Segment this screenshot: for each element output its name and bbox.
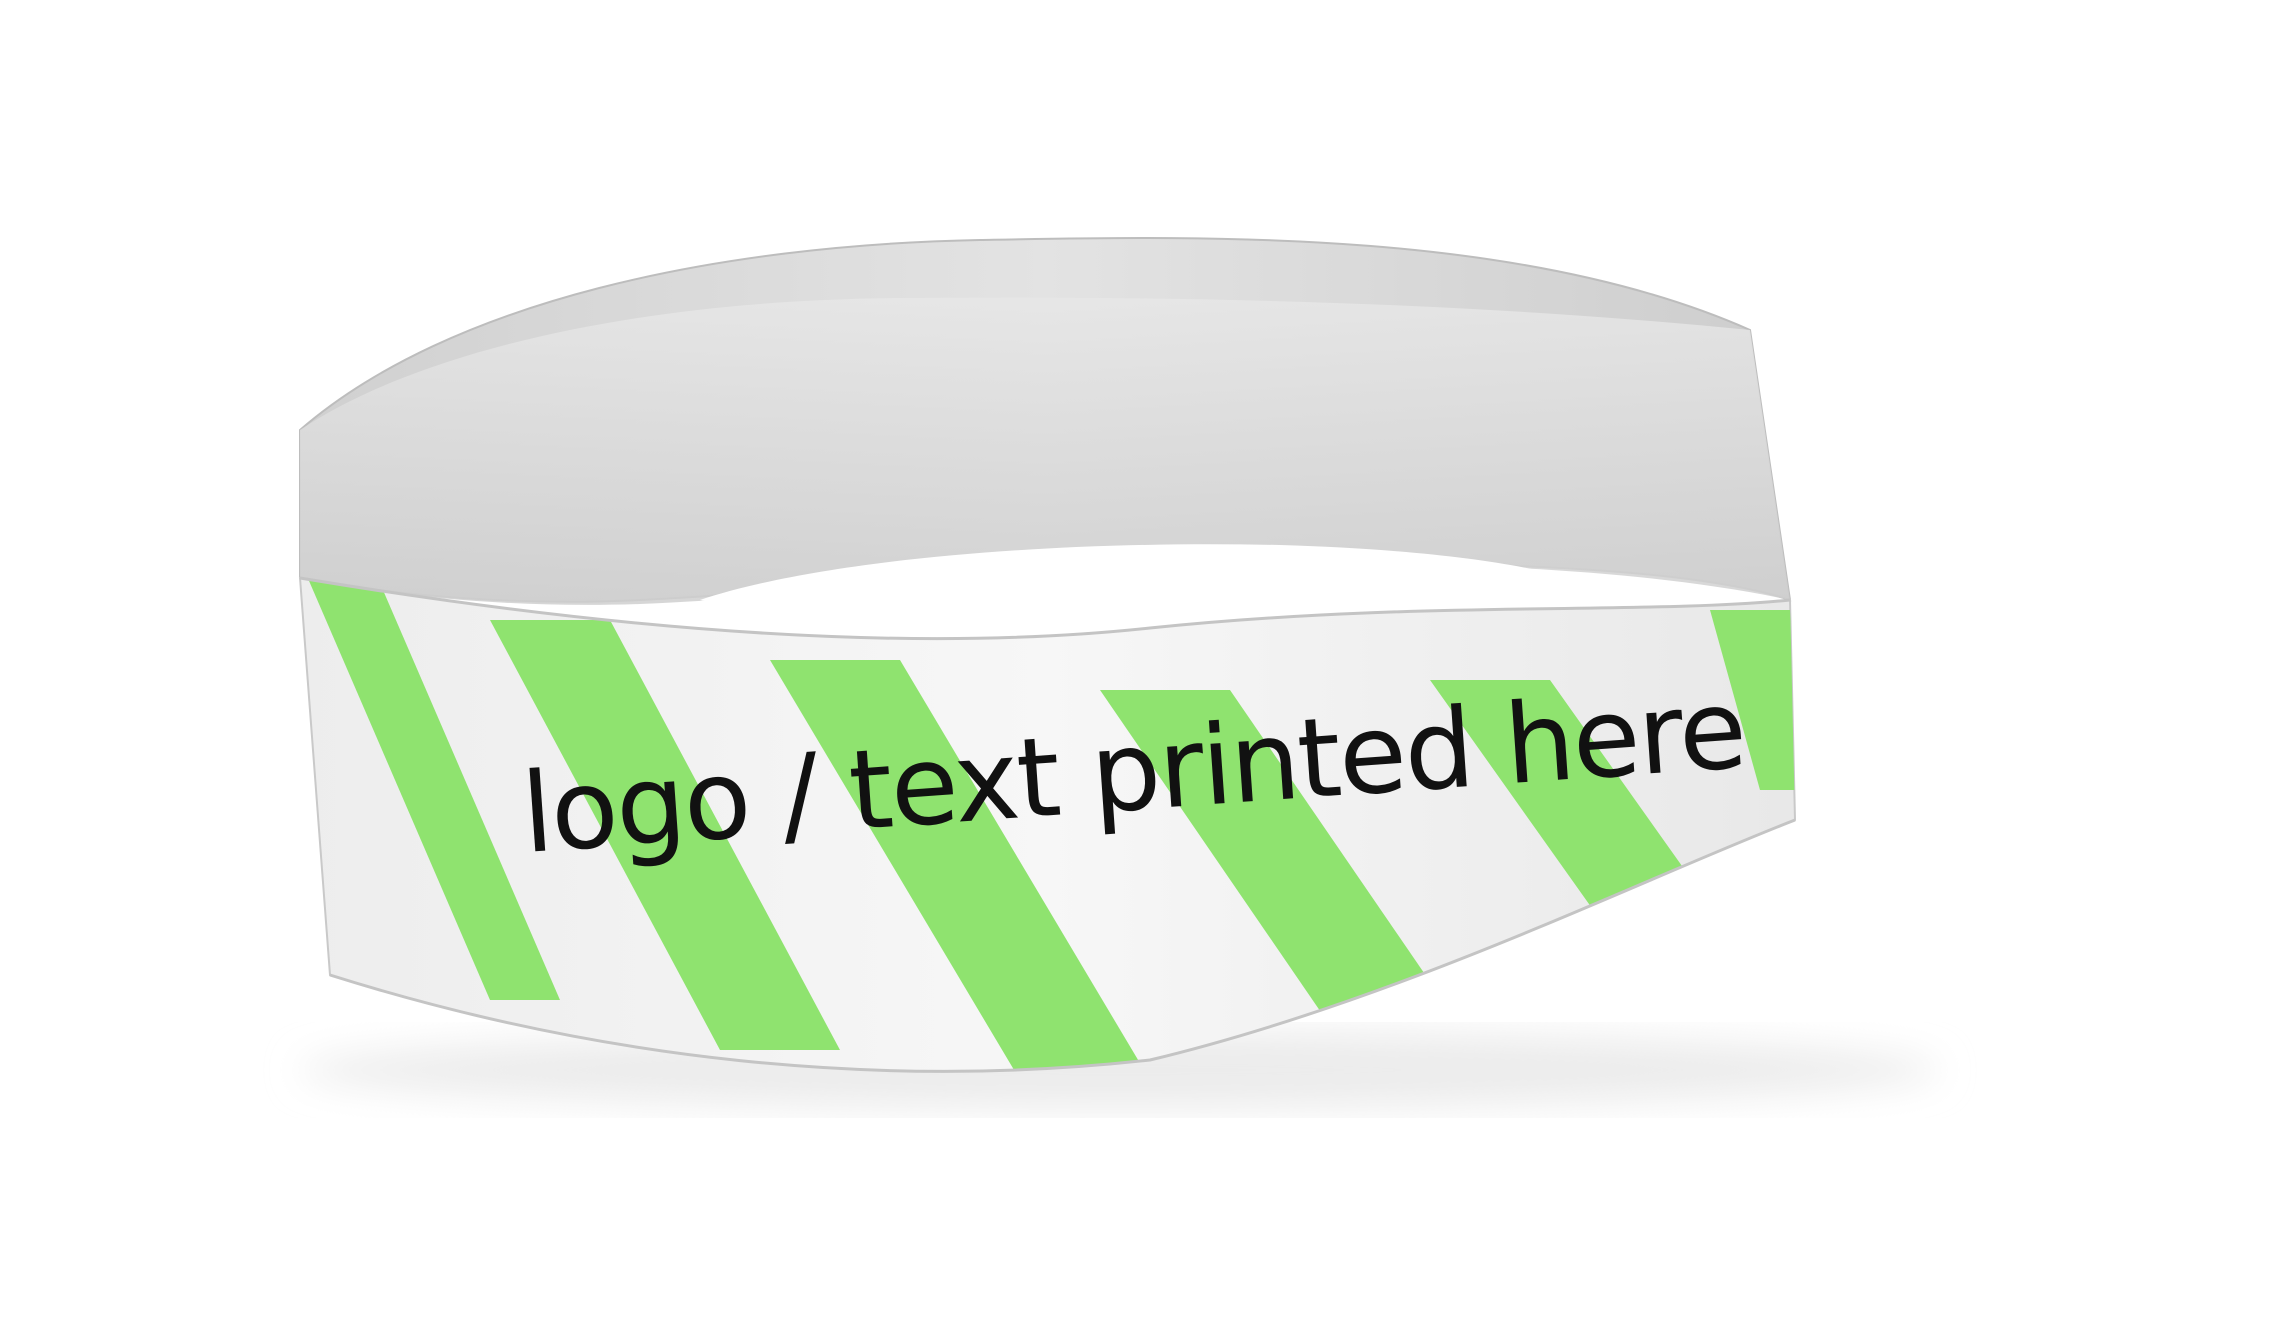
wristband-photo: logo / text printed here: [298, 237, 1940, 1110]
